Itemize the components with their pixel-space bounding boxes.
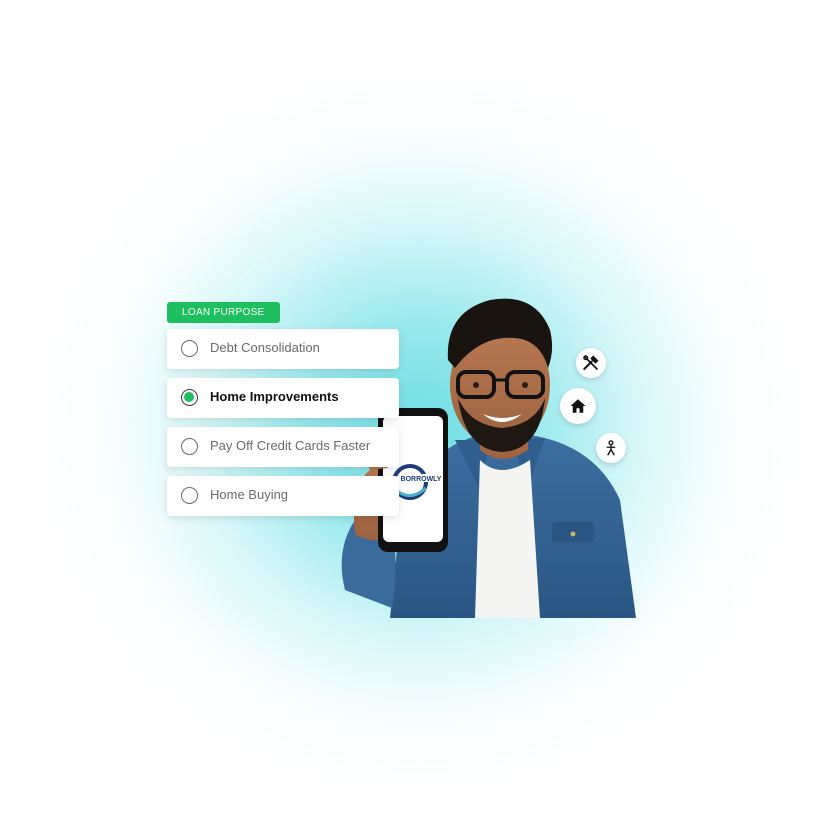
option-label: Debt Consolidation bbox=[210, 340, 320, 355]
radio-button-selected[interactable] bbox=[181, 389, 198, 406]
option-pay-off-credit-cards[interactable]: Pay Off Credit Cards Faster bbox=[167, 427, 399, 467]
option-label: Home Improvements bbox=[210, 389, 339, 404]
radio-button[interactable] bbox=[181, 438, 198, 455]
option-debt-consolidation[interactable]: Debt Consolidation bbox=[167, 329, 399, 369]
option-label: Home Buying bbox=[210, 487, 289, 502]
phone-logo-text: BORROWLY bbox=[401, 476, 442, 483]
home-icon bbox=[560, 388, 596, 424]
person-icon bbox=[596, 433, 626, 463]
radio-button[interactable] bbox=[181, 340, 198, 357]
hero-stage: BORROWLY LOAN PURPOSE Debt Consolidation… bbox=[0, 0, 836, 836]
radio-button[interactable] bbox=[181, 487, 198, 504]
option-home-improvements[interactable]: Home Improvements bbox=[167, 378, 399, 418]
option-label: Pay Off Credit Cards Faster bbox=[210, 438, 371, 453]
loan-purpose-badge: LOAN PURPOSE bbox=[167, 302, 280, 323]
option-home-buying[interactable]: Home Buying bbox=[167, 476, 399, 516]
tools-icon bbox=[576, 348, 606, 378]
